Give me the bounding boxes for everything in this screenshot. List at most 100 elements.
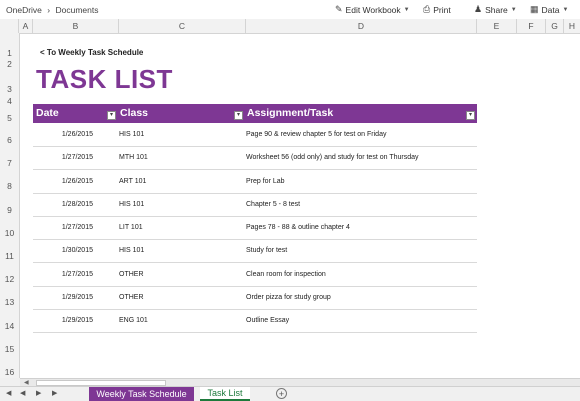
print-button[interactable]: ⎙ Print <box>423 4 451 15</box>
table-row: 1/27/2015 MTH 101 Worksheet 56 (odd only… <box>33 146 477 170</box>
cell-date[interactable]: 1/26/2015 <box>33 131 93 138</box>
cell-assignment[interactable]: Order pizza for study group <box>246 294 331 301</box>
cell-class[interactable]: OTHER <box>119 271 144 278</box>
previous-sheet-icon[interactable]: ◀ <box>20 389 25 397</box>
select-all-corner[interactable] <box>0 19 19 33</box>
printer-icon: ⎙ <box>423 4 431 14</box>
table-row: 1/26/2015 HIS 101 Page 90 & review chapt… <box>33 123 477 147</box>
row-header[interactable]: 15 <box>0 344 19 354</box>
cell-class[interactable]: MTH 101 <box>119 154 148 161</box>
column-header-c[interactable]: C <box>119 19 246 33</box>
column-header-f[interactable]: F <box>517 19 546 33</box>
cell-class[interactable]: ENG 101 <box>119 317 148 324</box>
data-button[interactable]: ▦ Data ▼ <box>530 4 568 15</box>
add-sheet-button[interactable]: + <box>276 388 287 399</box>
column-header-h[interactable]: H <box>564 19 580 33</box>
back-to-weekly-schedule-link[interactable]: < To Weekly Task Schedule <box>40 48 143 57</box>
cell-class[interactable]: HIS 101 <box>119 201 144 208</box>
next-sheet-icon[interactable]: ▶ <box>36 389 41 397</box>
cell-date[interactable]: 1/26/2015 <box>33 178 93 185</box>
cell-date[interactable]: 1/27/2015 <box>33 154 93 161</box>
cell-assignment[interactable]: Chapter 5 - 8 test <box>246 201 300 208</box>
cell-assignment[interactable]: Page 90 & review chapter 5 for test on F… <box>246 131 386 138</box>
chevron-down-icon: ▼ <box>403 6 410 13</box>
row-header[interactable]: 7 <box>0 158 19 168</box>
cell-assignment[interactable]: Prep for Lab <box>246 178 285 185</box>
share-button[interactable]: ♟ Share ▼ <box>474 4 517 15</box>
top-bar: OneDrive › Documents ✎ Edit Workbook ▼ ⎙… <box>0 0 580 19</box>
row-header[interactable]: 6 <box>0 135 19 145</box>
row-header[interactable]: 11 <box>0 251 19 261</box>
chevron-down-icon: ▼ <box>562 6 569 13</box>
class-filter-icon[interactable]: ▾ <box>234 111 243 120</box>
row-header[interactable]: 10 <box>0 228 19 238</box>
breadcrumb-separator: › <box>47 5 51 15</box>
cell-date[interactable]: 1/30/2015 <box>33 247 93 254</box>
cell-assignment[interactable]: Outline Essay <box>246 317 289 324</box>
header-date: Date <box>36 107 59 119</box>
sheet-tab-bar: ◀ ◀ ▶ ▶ Weekly Task Schedule Task List + <box>0 386 580 401</box>
last-sheet-icon[interactable]: ▶ <box>52 389 57 397</box>
breadcrumb: OneDrive › Documents <box>6 5 102 15</box>
cell-date[interactable]: 1/27/2015 <box>33 224 93 231</box>
table-row: 1/29/2015 OTHER Order pizza for study gr… <box>33 286 477 310</box>
cell-class[interactable]: LIT 101 <box>119 224 143 231</box>
column-header-d[interactable]: D <box>246 19 477 33</box>
cell-class[interactable]: OTHER <box>119 294 144 301</box>
table-row: 1/27/2015 OTHER Clean room for inspectio… <box>33 263 477 287</box>
date-filter-icon[interactable]: ▾ <box>107 111 116 120</box>
breadcrumb-documents[interactable]: Documents <box>56 5 99 15</box>
header-class: Class <box>120 107 149 119</box>
cell-date[interactable]: 1/29/2015 <box>33 294 93 301</box>
row-header[interactable]: 14 <box>0 321 19 331</box>
cell-assignment[interactable]: Study for test <box>246 247 287 254</box>
header-assignment: Assignment/Task <box>247 107 334 119</box>
first-sheet-icon[interactable]: ◀ <box>6 389 11 397</box>
table-row: 1/30/2015 HIS 101 Study for test <box>33 239 477 263</box>
table-row: 1/29/2015 ENG 101 Outline Essay <box>33 309 477 333</box>
row-header[interactable]: 8 <box>0 181 19 191</box>
assignment-filter-icon[interactable]: ▾ <box>466 111 475 120</box>
table-row: 1/26/2015 ART 101 Prep for Lab <box>33 170 477 194</box>
row-header[interactable]: 2 <box>0 59 19 69</box>
print-label: Print <box>433 4 451 15</box>
row-header[interactable]: 9 <box>0 205 19 215</box>
cell-class[interactable]: HIS 101 <box>119 247 144 254</box>
column-header-g[interactable]: G <box>546 19 564 33</box>
share-person-icon: ♟ <box>474 4 483 14</box>
cell-class[interactable]: HIS 101 <box>119 131 144 138</box>
table-header-row: Date ▾ Class ▾ Assignment/Task ▾ <box>33 104 477 123</box>
row-header[interactable]: 16 <box>0 367 19 377</box>
tab-task-list[interactable]: Task List <box>200 387 250 401</box>
row-header[interactable]: 13 <box>0 297 19 307</box>
column-header-b[interactable]: B <box>33 19 119 33</box>
row-header[interactable]: 12 <box>0 274 19 284</box>
cell-assignment[interactable]: Pages 78 - 88 & outline chapter 4 <box>246 224 350 231</box>
breadcrumb-onedrive[interactable]: OneDrive <box>6 5 42 15</box>
edit-workbook-button[interactable]: ✎ Edit Workbook ▼ <box>335 4 410 15</box>
scroll-left-icon[interactable]: ◀ <box>24 379 29 386</box>
table-row: 1/27/2015 LIT 101 Pages 78 - 88 & outlin… <box>33 216 477 240</box>
cell-assignment[interactable]: Clean room for inspection <box>246 271 326 278</box>
row-header-bar: 1 2 3 4 5 6 7 8 9 10 11 12 13 14 15 16 <box>0 33 20 378</box>
row-header[interactable]: 5 <box>0 113 19 123</box>
data-table-icon: ▦ <box>530 4 539 14</box>
cell-date[interactable]: 1/27/2015 <box>33 271 93 278</box>
edit-workbook-label: Edit Workbook <box>345 4 401 15</box>
edit-icon: ✎ <box>335 4 343 14</box>
tab-weekly-task-schedule[interactable]: Weekly Task Schedule <box>89 387 194 401</box>
column-header-bar: A B C D E F G H <box>0 19 580 34</box>
column-header-e[interactable]: E <box>477 19 517 33</box>
table-row: 1/28/2015 HIS 101 Chapter 5 - 8 test <box>33 193 477 217</box>
share-label: Share <box>485 4 508 15</box>
chevron-down-icon: ▼ <box>510 6 517 13</box>
page-title: TASK LIST <box>36 64 173 94</box>
cell-date[interactable]: 1/29/2015 <box>33 317 93 324</box>
cell-date[interactable]: 1/28/2015 <box>33 201 93 208</box>
row-header[interactable]: 3 <box>0 84 19 94</box>
cell-class[interactable]: ART 101 <box>119 178 146 185</box>
row-header[interactable]: 1 <box>0 48 19 58</box>
row-header[interactable]: 4 <box>0 96 19 106</box>
cell-assignment[interactable]: Worksheet 56 (odd only) and study for te… <box>246 154 419 161</box>
column-header-a[interactable]: A <box>19 19 33 33</box>
